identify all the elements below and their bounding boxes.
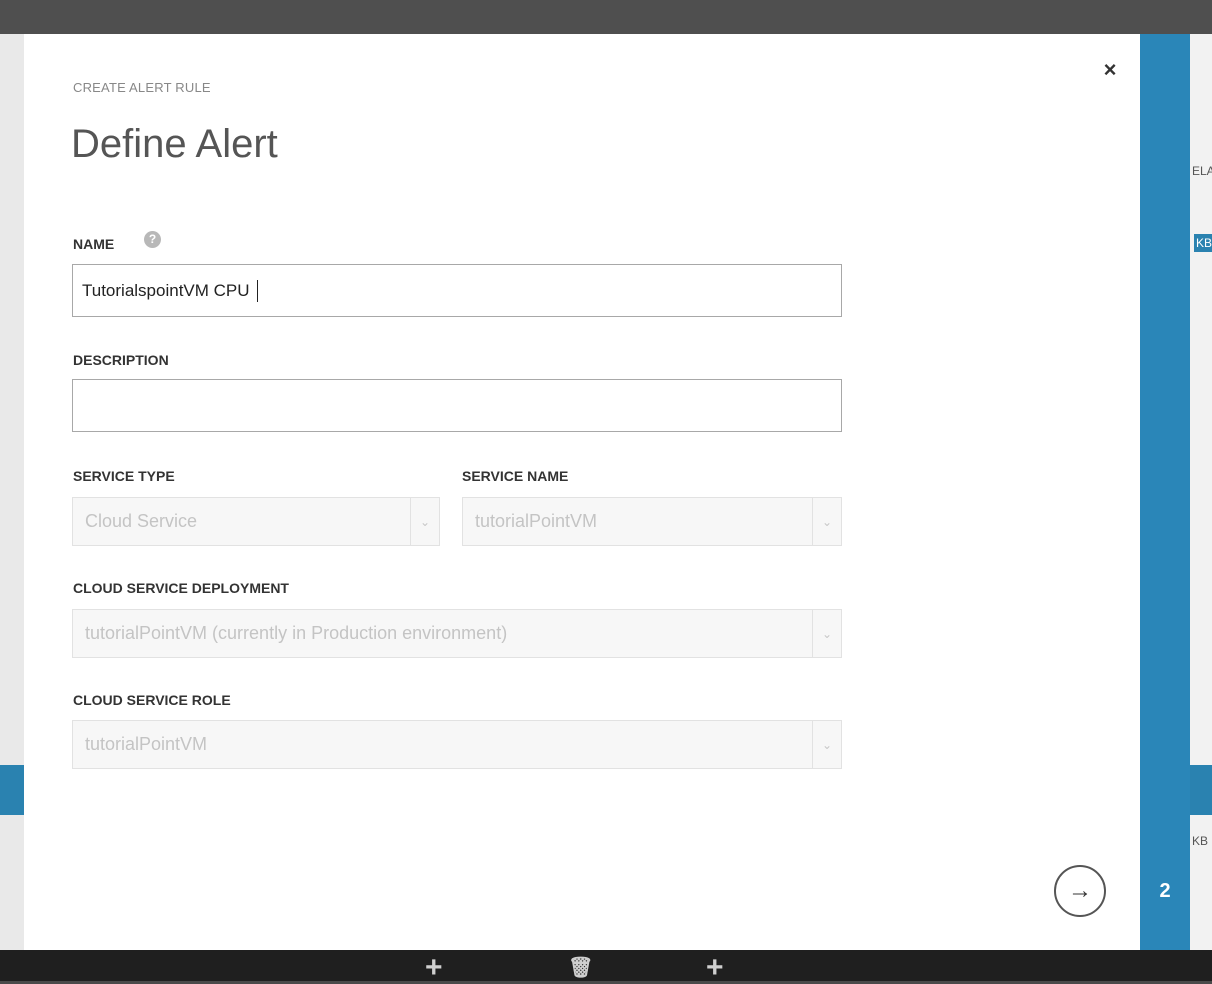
service-type-value: Cloud Service [85,511,198,531]
description-input[interactable] [72,379,842,432]
chevron-down-icon: ⌄ [812,721,841,768]
dialog-title: Define Alert [71,122,278,166]
define-alert-dialog: × CREATE ALERT RULE Define Alert NAME ? … [24,34,1140,950]
arrow-right-icon: → [1068,877,1092,904]
chevron-down-icon: ⌄ [410,498,439,545]
name-input-value: TutorialspointVM CPU [82,280,250,300]
role-label: CLOUD SERVICE ROLE [73,692,231,708]
background-command-icons: + 🗑 + [0,951,1212,984]
background-top [0,0,1212,34]
help-icon[interactable]: ? [144,231,161,248]
chevron-down-icon: ⌄ [812,498,841,545]
service-name-label: SERVICE NAME [462,468,569,484]
role-select[interactable]: tutorialPointVM ⌄ [72,720,842,769]
service-type-select[interactable]: Cloud Service ⌄ [72,497,440,546]
role-value: tutorialPointVM [85,734,208,754]
wizard-step-sidebar: 2 [1140,34,1190,950]
background-peek-text: KB [1192,834,1209,848]
background-peek-text: KB [1194,234,1212,252]
deployment-value: tutorialPointVM (currently in Production… [85,623,508,643]
name-input[interactable]: TutorialspointVM CPU [72,264,842,317]
close-icon[interactable]: × [1098,58,1122,82]
add-icon: + [706,951,724,984]
name-label: NAME [73,236,115,252]
delete-icon: 🗑 [568,957,594,979]
next-button[interactable]: → [1054,865,1106,917]
step-number: 2 [1159,880,1171,902]
service-name-select[interactable]: tutorialPointVM ⌄ [462,497,842,546]
background-band [1190,765,1212,815]
add-icon: + [425,951,443,984]
service-name-value: tutorialPointVM [475,511,598,531]
text-caret [256,279,258,302]
chevron-down-icon: ⌄ [812,610,841,657]
dialog-subtitle: CREATE ALERT RULE [73,80,211,95]
deployment-label: CLOUD SERVICE DEPLOYMENT [73,580,289,596]
service-type-label: SERVICE TYPE [73,468,175,484]
deployment-select[interactable]: tutorialPointVM (currently in Production… [72,609,842,658]
background-peek-text: ELA [1192,164,1212,178]
background-band [0,765,24,815]
description-label: DESCRIPTION [73,352,169,368]
